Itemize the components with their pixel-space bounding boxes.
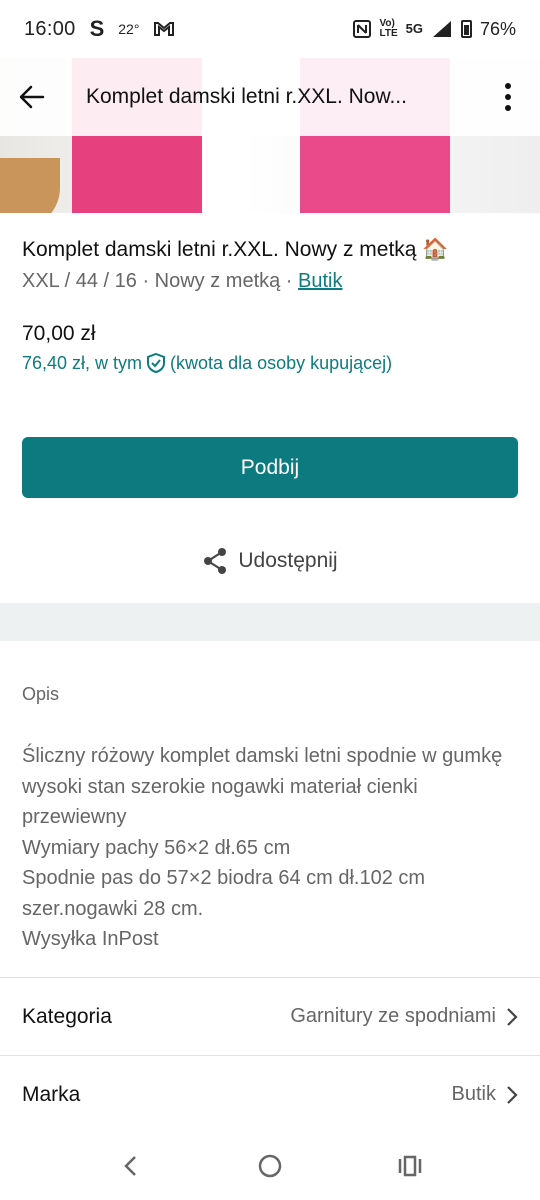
signal-icon — [432, 21, 451, 37]
nav-home-button[interactable] — [240, 1136, 300, 1196]
item-price: 70,00 zł — [22, 322, 96, 345]
detail-row-category[interactable]: Kategoria Garnitury ze spodniami — [0, 977, 540, 1055]
description-label: Opis — [22, 684, 60, 704]
more-options-button[interactable] — [476, 58, 540, 136]
status-time: 16:00 — [24, 17, 76, 40]
item-size-condition: XXL / 44 / 16 · Nowy z metką · — [22, 270, 299, 292]
more-vert-icon — [505, 83, 511, 111]
nav-recents-icon — [398, 1155, 422, 1177]
buyer-price-amount: 76,40 zł, w tym — [22, 352, 143, 373]
gmail-icon — [154, 22, 175, 36]
buyer-price[interactable]: 76,40 zł, w tym (kwota dla osoby kupując… — [22, 352, 392, 374]
nav-back-button[interactable] — [100, 1136, 160, 1196]
share-button[interactable]: Udostępnij — [0, 538, 540, 584]
chevron-right-icon — [507, 1085, 518, 1104]
toolbar-title: Komplet damski letni r.XXL. Now... — [86, 85, 407, 108]
description-text: Śliczny różowy komplet damski letni spod… — [22, 745, 503, 950]
bump-button[interactable]: Podbij — [22, 437, 518, 498]
status-bar: 16:00 S 22° Vo) LTE 5G 76% — [0, 0, 540, 58]
network-5g: 5G — [405, 21, 423, 36]
temperature-text: 22° — [118, 21, 140, 37]
category-label: Kategoria — [22, 1004, 112, 1028]
volte-bottom: LTE — [379, 28, 398, 39]
system-nav-bar — [0, 1132, 540, 1200]
nav-back-icon — [124, 1156, 136, 1176]
back-button[interactable] — [0, 58, 64, 136]
arrow-back-icon — [19, 85, 45, 109]
section-divider — [0, 603, 540, 641]
detail-row-brand[interactable]: Marka Butik — [0, 1055, 540, 1133]
nav-home-icon — [258, 1154, 282, 1178]
brand-label: Marka — [22, 1082, 81, 1106]
volte-indicator: Vo) LTE — [379, 19, 397, 39]
share-label: Udostępnij — [238, 549, 338, 572]
item-meta: XXL / 44 / 16 · Nowy z metką · Butik — [22, 270, 343, 293]
category-value: Garnitury ze spodniami — [290, 1005, 496, 1027]
brand-value: Butik — [451, 1083, 496, 1105]
share-icon — [204, 548, 227, 574]
item-title: Komplet damski letni r.XXL. Nowy z metką… — [22, 238, 449, 261]
brand-link[interactable]: Butik — [298, 270, 342, 292]
nav-recents-button[interactable] — [380, 1136, 440, 1196]
photo-basket — [0, 158, 60, 213]
top-toolbar: Komplet damski letni r.XXL. Now... — [0, 58, 540, 136]
battery-icon — [460, 20, 472, 38]
battery-percent: 76% — [479, 18, 516, 39]
app-notification-icon: S — [89, 16, 105, 41]
chevron-right-icon — [507, 1007, 518, 1026]
shield-check-icon — [147, 352, 166, 374]
buyer-price-note: (kwota dla osoby kupującej) — [170, 352, 393, 373]
nfc-icon — [353, 20, 372, 38]
